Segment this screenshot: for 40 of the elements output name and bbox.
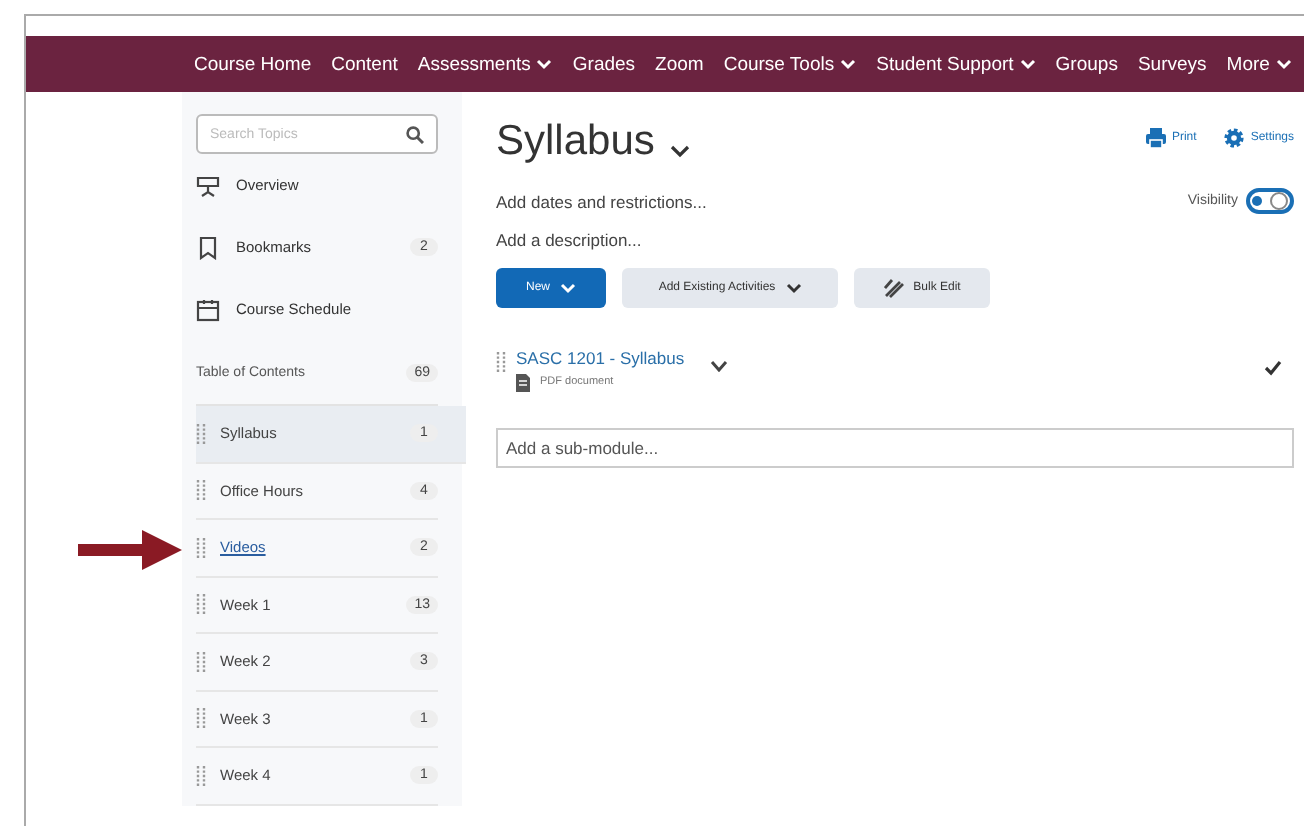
chevron-icon [560, 282, 576, 294]
drag-handle-icon [196, 423, 206, 444]
search-icon [406, 126, 424, 144]
nav-link[interactable]: Content [331, 53, 398, 75]
drag-handle-icon [196, 480, 206, 501]
chevron-icon [710, 360, 729, 372]
nav-link[interactable]: Groups [1055, 53, 1118, 75]
drag-handle-icon [196, 537, 206, 558]
nav-link[interactable]: Student Support [876, 53, 1036, 75]
document-icon [516, 374, 530, 392]
gear-icon [1224, 128, 1245, 148]
drag-handle-icon [196, 651, 206, 672]
nav-link[interactable]: Zoom [655, 53, 704, 75]
chevron-icon [785, 282, 802, 294]
chevron-icon [1019, 58, 1036, 70]
bookmark-icon [196, 235, 220, 259]
nav-link[interactable]: Course Tools [723, 53, 857, 75]
chevron-icon [1275, 58, 1292, 70]
drag-handle-icon [196, 594, 206, 615]
presentation-icon [196, 173, 220, 197]
chevron-icon [536, 58, 553, 70]
chevron-icon [840, 58, 857, 70]
printer-icon [1145, 128, 1166, 148]
nav-link[interactable]: Surveys [1137, 53, 1207, 75]
calendar-icon [196, 297, 220, 321]
dates-link[interactable]: Add dates and restrictions... [496, 191, 707, 211]
nav-link[interactable]: Course Home [194, 53, 312, 75]
visibility-toggle[interactable] [1246, 188, 1294, 214]
drag-handle-icon [196, 708, 206, 729]
nav-link[interactable]: Grades [572, 53, 636, 75]
nav-link[interactable]: Assessments [417, 53, 553, 75]
chevron-icon [670, 143, 691, 157]
topic-link[interactable]: SASC 1201 - Syllabus [516, 348, 685, 368]
nav-link[interactable]: More [1226, 53, 1292, 75]
description-link[interactable]: Add a description... [496, 230, 1294, 250]
drag-handle-icon [496, 352, 506, 372]
drag-handle-icon [196, 765, 206, 786]
sub-module-field[interactable]: Add a sub-module... [496, 428, 1294, 468]
page-title[interactable]: Syllabus [496, 118, 691, 166]
pencil-icon [883, 278, 904, 298]
